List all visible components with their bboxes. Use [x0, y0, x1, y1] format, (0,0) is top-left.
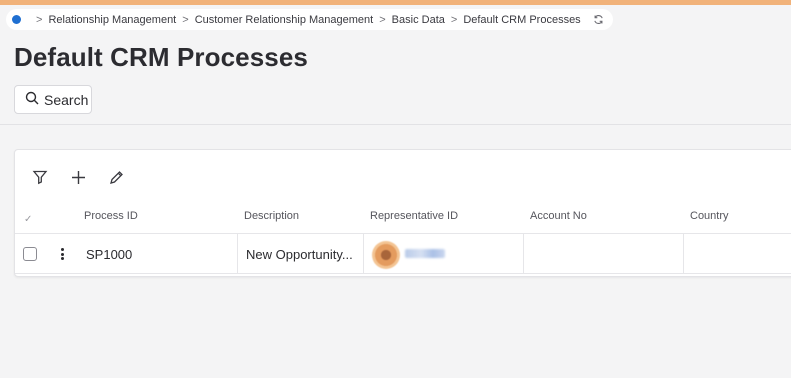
home-icon[interactable]	[12, 15, 21, 24]
column-header-description[interactable]: Description	[244, 210, 299, 222]
search-icon	[25, 91, 39, 108]
page-title: Default CRM Processes	[14, 42, 308, 72]
breadcrumb-item-relationship-management[interactable]: Relationship Management	[48, 14, 176, 26]
select-all-check-icon[interactable]: ✓	[24, 214, 32, 225]
header-divider	[15, 233, 791, 234]
cell-divider	[363, 234, 364, 273]
cell-divider	[683, 234, 684, 273]
representative-name-redacted[interactable]	[405, 249, 445, 258]
refresh-icon[interactable]	[593, 14, 604, 25]
column-header-representative-id[interactable]: Representative ID	[370, 210, 458, 222]
row-checkbox[interactable]	[23, 247, 37, 261]
chevron-right-icon: >	[450, 13, 458, 26]
row-divider	[15, 273, 791, 274]
breadcrumb: > Relationship Management > Customer Rel…	[6, 9, 613, 30]
breadcrumb-item-customer-relationship-management[interactable]: Customer Relationship Management	[195, 14, 374, 26]
divider	[0, 124, 791, 125]
chevron-right-icon: >	[36, 13, 43, 26]
process-table-panel: ✓ Process ID Description Representative …	[14, 149, 791, 277]
row-actions-icon[interactable]	[59, 246, 65, 262]
edit-icon[interactable]	[106, 167, 126, 187]
chevron-right-icon: >	[182, 13, 189, 26]
avatar[interactable]	[372, 241, 400, 269]
filter-icon[interactable]	[30, 167, 50, 187]
search-button-label: Search	[44, 91, 89, 108]
search-button[interactable]: Search	[14, 85, 92, 114]
column-header-process-id[interactable]: Process ID	[84, 210, 138, 222]
add-icon[interactable]	[68, 167, 88, 187]
cell-divider	[237, 234, 238, 273]
cell-divider	[523, 234, 524, 273]
column-header-country[interactable]: Country	[690, 210, 729, 222]
column-header-account-no[interactable]: Account No	[530, 210, 587, 222]
cell-description[interactable]: New Opportunity...	[246, 247, 353, 262]
breadcrumb-item-current: Default CRM Processes	[463, 13, 581, 26]
chevron-right-icon: >	[379, 13, 386, 26]
top-accent-bar	[0, 0, 791, 5]
cell-process-id[interactable]: SP1000	[86, 247, 132, 262]
breadcrumb-item-basic-data[interactable]: Basic Data	[392, 14, 445, 26]
